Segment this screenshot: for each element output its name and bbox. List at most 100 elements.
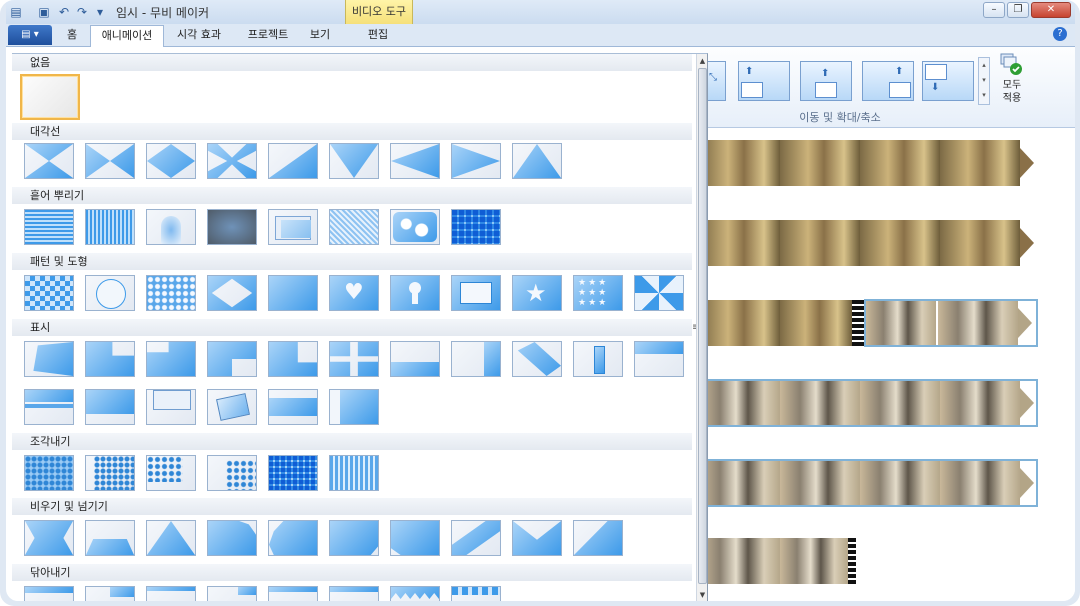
tab-visual-effects[interactable]: 시각 효과 — [166, 25, 232, 46]
transition-pattern-tile[interactable] — [207, 275, 257, 311]
transition-sweep-tile[interactable] — [390, 520, 440, 556]
tab-edit[interactable]: 편집 — [348, 25, 408, 46]
clip-strip[interactable] — [700, 538, 860, 584]
transition-sweep-tile[interactable] — [268, 520, 318, 556]
transition-shatter-tile[interactable] — [329, 455, 379, 491]
customize-icon[interactable]: ▾ — [92, 4, 108, 20]
transition-reveal-tile[interactable] — [85, 389, 135, 425]
app-menu-icon[interactable]: ▤ — [8, 4, 24, 20]
transition-reveal-tile[interactable] — [146, 341, 196, 377]
transition-reveal-tile[interactable] — [634, 341, 684, 377]
transition-diagonal-tile[interactable] — [390, 143, 440, 179]
transition-reveal-tile[interactable] — [24, 389, 74, 425]
transition-dissolve-tile[interactable] — [207, 209, 257, 245]
transition-diagonal-tile[interactable] — [512, 143, 562, 179]
transition-dissolve-tile[interactable] — [329, 209, 379, 245]
transition-diagonal-tile[interactable] — [24, 143, 74, 179]
tab-project[interactable]: 프로젝트 — [238, 25, 298, 46]
transition-diagonal-tile[interactable] — [146, 143, 196, 179]
help-icon[interactable]: ? — [1053, 27, 1067, 41]
transition-sweep-tile[interactable] — [329, 520, 379, 556]
scrollbar-thumb[interactable] — [698, 68, 707, 584]
transition-pattern-tile[interactable] — [146, 275, 196, 311]
transition-shatter-tile[interactable] — [24, 455, 74, 491]
transition-pattern-tile[interactable] — [451, 275, 501, 311]
transition-none-tile[interactable] — [20, 74, 80, 120]
save-icon[interactable]: ▣ — [36, 4, 52, 20]
transition-diagonal-tile[interactable] — [207, 143, 257, 179]
redo-icon[interactable]: ↷ — [74, 4, 90, 20]
transition-pattern-tile[interactable] — [24, 275, 74, 311]
transition-sweep-tile[interactable] — [24, 520, 74, 556]
scroll-up-icon[interactable]: ▲ — [698, 55, 707, 67]
transition-pattern-tile[interactable]: ★★★ ★★★ ★★★ — [573, 275, 623, 311]
transition-sweep-tile[interactable] — [451, 520, 501, 556]
transition-diagonal-tile[interactable] — [329, 143, 379, 179]
transition-shatter-tile[interactable] — [146, 455, 196, 491]
minimize-button[interactable]: – — [983, 2, 1005, 18]
transition-dissolve-tile[interactable] — [390, 209, 440, 245]
transition-reveal-tile[interactable] — [512, 341, 562, 377]
transition-dissolve-tile[interactable] — [146, 209, 196, 245]
transition-shatter-tile[interactable] — [268, 455, 318, 491]
undo-icon[interactable]: ↶ — [56, 4, 72, 20]
apply-to-all-button[interactable]: 모두 적용 — [992, 51, 1032, 109]
transition-reveal-tile[interactable] — [573, 341, 623, 377]
transition-pattern-tile[interactable]: ★ — [512, 275, 562, 311]
transition-reveal-tile[interactable] — [268, 341, 318, 377]
transition-reveal-tile[interactable] — [146, 389, 196, 425]
transition-wipe-tile[interactable] — [268, 586, 318, 601]
panel-vertical-scrollbar[interactable]: ▲ ▼ — [696, 54, 707, 601]
transition-dissolve-tile[interactable] — [85, 209, 135, 245]
transition-wipe-tile[interactable] — [24, 586, 74, 601]
transition-pattern-tile[interactable] — [85, 275, 135, 311]
transition-wipe-tile[interactable] — [207, 586, 257, 601]
pan-zoom-option[interactable]: ⬆ — [738, 61, 790, 101]
pan-zoom-option[interactable]: ⬆ — [862, 61, 914, 101]
file-menu-button[interactable]: ▤ ▾ — [8, 25, 52, 45]
restore-button[interactable]: ❐ — [1007, 2, 1029, 18]
transition-diagonal-tile[interactable] — [268, 143, 318, 179]
transition-sweep-tile[interactable] — [207, 520, 257, 556]
transition-reveal-tile[interactable] — [268, 389, 318, 425]
tab-view[interactable]: 보기 — [302, 25, 338, 46]
clip-strip[interactable] — [698, 379, 1040, 427]
pan-zoom-option[interactable]: ⬇ — [922, 61, 974, 101]
transition-pattern-tile[interactable] — [634, 275, 684, 311]
clip-strip[interactable] — [700, 140, 1040, 186]
pan-zoom-option[interactable]: ⬆ — [800, 61, 852, 101]
transition-wipe-tile[interactable] — [390, 586, 440, 601]
transition-dissolve-tile[interactable] — [451, 209, 501, 245]
transition-pattern-tile[interactable] — [268, 275, 318, 311]
clip-strip[interactable] — [698, 459, 1040, 507]
close-button[interactable]: ✕ — [1031, 2, 1071, 18]
transition-sweep-tile[interactable] — [85, 520, 135, 556]
transition-pattern-tile[interactable] — [390, 275, 440, 311]
transition-shatter-tile[interactable] — [85, 455, 135, 491]
tab-home[interactable]: 홈 — [54, 25, 90, 46]
split-marker[interactable] — [852, 300, 864, 346]
transition-reveal-tile[interactable] — [207, 341, 257, 377]
transition-pattern-tile[interactable]: ♥ — [329, 275, 379, 311]
gallery-scroll[interactable]: ▴ ▾ ▾ — [978, 57, 990, 105]
transition-sweep-tile[interactable] — [573, 520, 623, 556]
clip-strip[interactable] — [700, 220, 1040, 266]
transition-sweep-tile[interactable] — [146, 520, 196, 556]
transition-wipe-tile[interactable] — [85, 586, 135, 601]
transition-reveal-tile[interactable] — [390, 341, 440, 377]
transition-reveal-tile[interactable] — [85, 341, 135, 377]
transition-sweep-tile[interactable] — [512, 520, 562, 556]
tab-animations[interactable]: 애니메이션 — [90, 25, 164, 47]
scroll-down-icon[interactable]: ▼ — [698, 589, 707, 601]
transition-diagonal-tile[interactable] — [85, 143, 135, 179]
transition-reveal-tile[interactable] — [24, 341, 74, 377]
transition-reveal-tile[interactable] — [451, 341, 501, 377]
transition-wipe-tile[interactable] — [146, 586, 196, 601]
clip-strip[interactable] — [700, 299, 1040, 347]
transition-reveal-tile[interactable] — [329, 341, 379, 377]
transition-shatter-tile[interactable] — [207, 455, 257, 491]
transition-wipe-tile[interactable] — [329, 586, 379, 601]
transition-reveal-tile[interactable] — [207, 389, 257, 425]
transition-dissolve-tile[interactable] — [24, 209, 74, 245]
transition-diagonal-tile[interactable] — [451, 143, 501, 179]
